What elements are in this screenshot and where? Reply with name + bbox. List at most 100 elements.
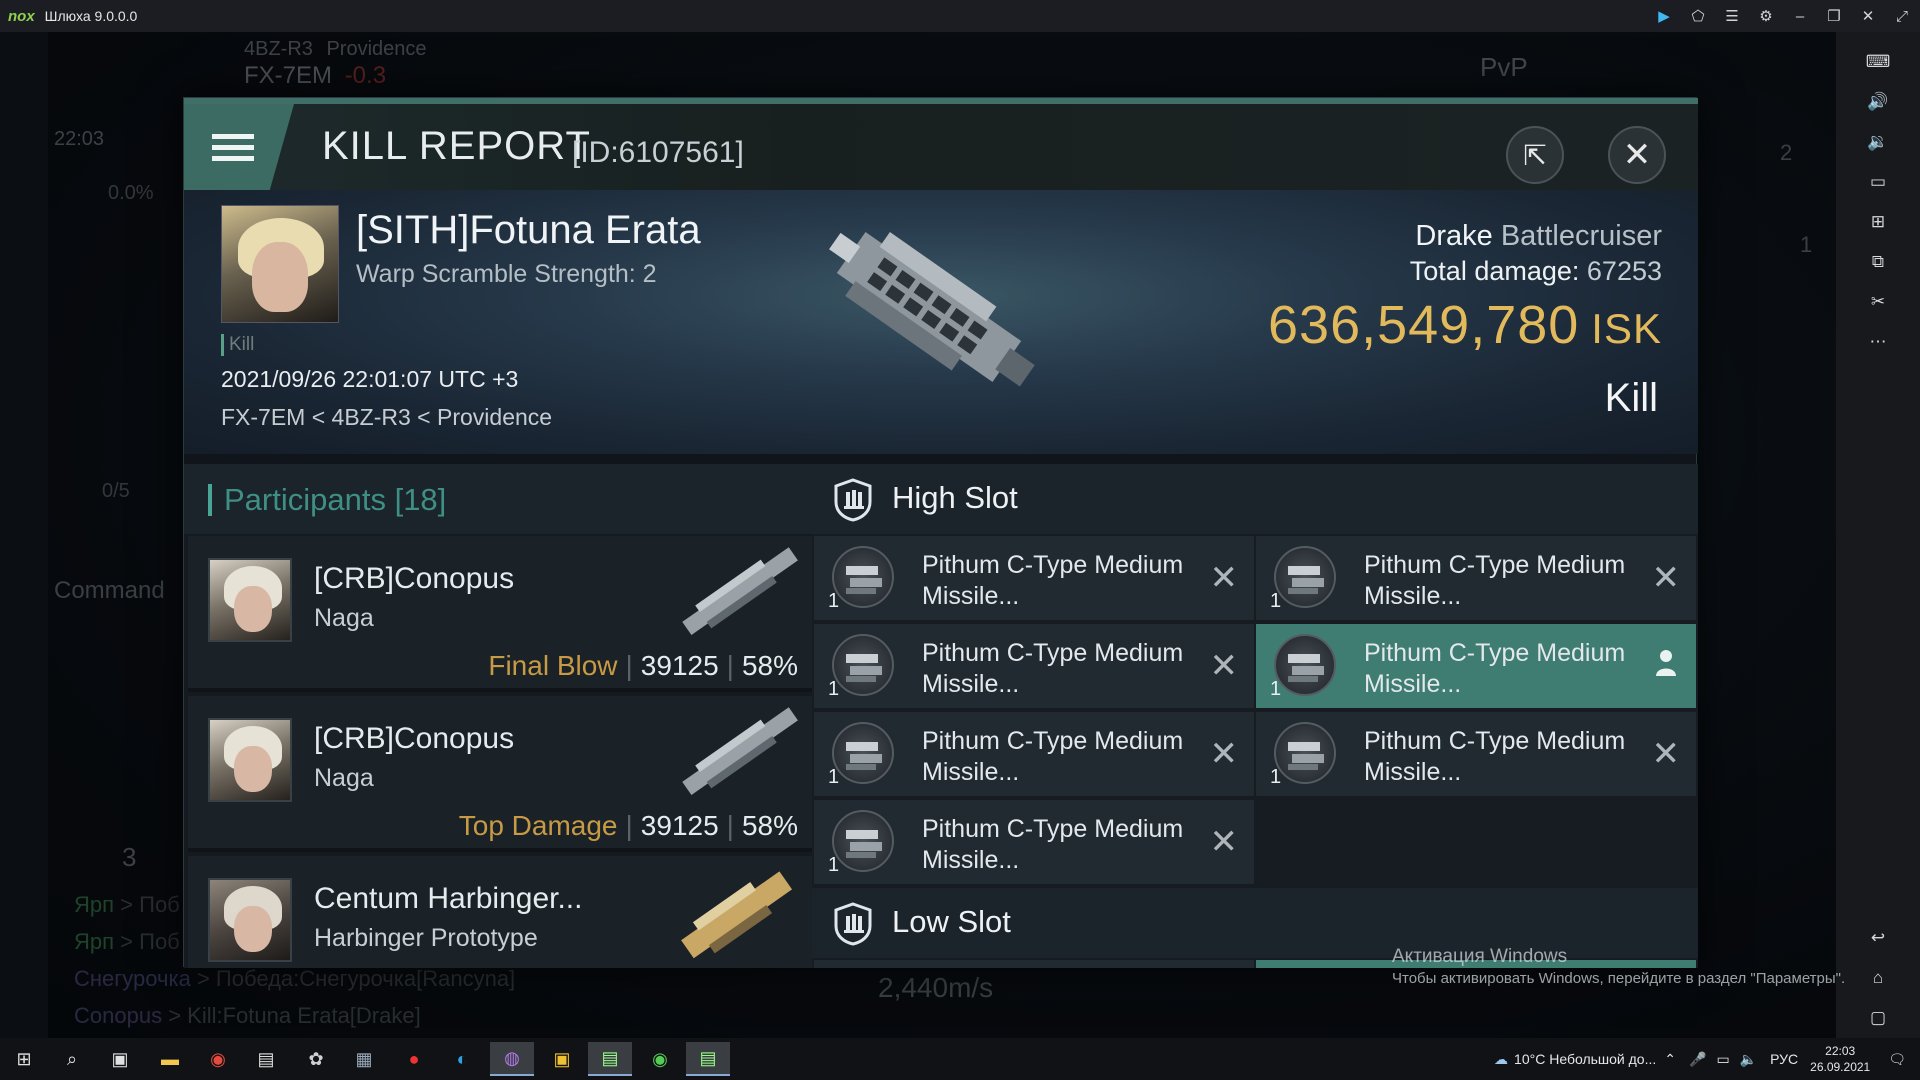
language-indicator[interactable]: РУС bbox=[1770, 1051, 1798, 1067]
search-icon[interactable]: ⌕ bbox=[50, 1042, 94, 1076]
share-button[interactable]: ⇱ bbox=[1506, 126, 1564, 184]
system-tray: ☁ 10°C Небольшой до... ⌃ 🎤 ▭ 🔈 РУС 22:03… bbox=[1494, 1038, 1920, 1080]
start-button[interactable]: ⊞ bbox=[2, 1042, 46, 1076]
home-icon[interactable]: ⌂ bbox=[1866, 966, 1890, 990]
module-item[interactable]: 1 Pithum C-Type Medium Missile... ✕ bbox=[814, 800, 1254, 884]
module-item[interactable]: 1 Pithum C-Type Medium Missile... ✕ bbox=[1256, 712, 1696, 796]
weather-icon[interactable]: ☁ bbox=[1494, 1051, 1508, 1068]
module-name: Pithum C-Type Medium Missile... bbox=[922, 815, 1184, 874]
recents-icon[interactable]: ▢ bbox=[1866, 1006, 1890, 1030]
volume-down-icon[interactable]: 🔉 bbox=[1866, 130, 1890, 154]
task-view-icon[interactable]: ▣ bbox=[98, 1042, 142, 1076]
module-item[interactable]: 1 Pithum C-Type Medium Missile... ✕ bbox=[1256, 536, 1696, 620]
mic-icon[interactable]: 🎤 bbox=[1689, 1051, 1706, 1068]
hamburger-icon bbox=[212, 128, 254, 167]
victim-location: FX-7EM < 4BZ-R3 < Providence bbox=[221, 404, 553, 430]
app-icon[interactable]: ▤ bbox=[244, 1042, 288, 1076]
module-item[interactable]: 1 Pithum C-Type Medium Missile... ✕ bbox=[814, 624, 1254, 708]
app-icon[interactable]: ◍ bbox=[490, 1042, 534, 1076]
minimize-button[interactable]: – bbox=[1790, 6, 1810, 26]
participant-row[interactable]: [CRB]Conopus Naga Final Blow | 39125 | 58% bbox=[188, 536, 812, 692]
missile-launcher-icon bbox=[832, 634, 894, 696]
nox-app-icon[interactable]: ▤ bbox=[686, 1042, 730, 1076]
victim-scram-strength: Warp Scramble Strength: 2 bbox=[356, 260, 657, 288]
participant-row[interactable]: [CRB]Conopus Naga Top Damage | 39125 | 58% bbox=[188, 696, 812, 852]
module-item[interactable]: 1 Pithum C-Type Medium Missile... ✕ bbox=[814, 536, 1254, 620]
kill-report-title: KILL REPORT bbox=[322, 124, 591, 168]
module-item[interactable]: 1 Pithum C-Type Medium Missile... ✕ bbox=[814, 712, 1254, 796]
restore-button[interactable]: ❐ bbox=[1824, 6, 1844, 26]
app-icon[interactable]: ✿ bbox=[294, 1042, 338, 1076]
chrome-icon[interactable]: ◉ bbox=[196, 1042, 240, 1076]
participant-portrait bbox=[208, 718, 292, 802]
shirt-icon[interactable]: ⬠ bbox=[1688, 6, 1708, 26]
menu-button[interactable] bbox=[184, 104, 294, 190]
fitting-slots: High Slot 1 Pithum C-Type Medium Missile… bbox=[812, 464, 1698, 968]
participant-name: Centum Harbinger... bbox=[314, 882, 583, 915]
victim-portrait[interactable] bbox=[221, 205, 339, 323]
module-item[interactable] bbox=[814, 960, 1254, 968]
total-damage: Total damage: 67253 bbox=[1410, 256, 1662, 287]
close-button[interactable]: ✕ bbox=[1608, 126, 1666, 184]
scissors-icon[interactable]: ✂ bbox=[1866, 290, 1890, 314]
weather-text[interactable]: 10°C Небольшой до... bbox=[1514, 1051, 1656, 1067]
keyboard-icon[interactable]: ⌨ bbox=[1866, 50, 1891, 74]
nox-app-icon[interactable]: ▤ bbox=[588, 1042, 632, 1076]
victim-name[interactable]: [SITH]Fotuna Erata bbox=[356, 208, 701, 253]
multi-instance-icon[interactable]: ⧉ bbox=[1866, 250, 1890, 274]
destroyed-icon: ✕ bbox=[1209, 559, 1239, 597]
window-title: Шлюха 9.0.0.0 bbox=[44, 8, 138, 24]
watermark-title: Активация Windows bbox=[1392, 946, 1568, 967]
volume-up-icon[interactable]: 🔊 bbox=[1866, 90, 1890, 114]
participants-header[interactable]: Participants [18] bbox=[184, 464, 812, 534]
close-icon: ✕ bbox=[1622, 136, 1652, 174]
app-icon[interactable]: ● bbox=[392, 1042, 436, 1076]
participant-pct: 58% bbox=[741, 650, 798, 681]
menu-icon[interactable]: ☰ bbox=[1722, 6, 1742, 26]
victim-ship-name: Drake bbox=[1415, 220, 1493, 252]
harbinger-ship-image bbox=[681, 871, 793, 959]
missile-launcher-icon bbox=[832, 722, 894, 784]
calculator-icon[interactable]: ▦ bbox=[342, 1042, 386, 1076]
play-icon[interactable]: ▶ bbox=[1654, 6, 1674, 26]
kill-tag: Kill bbox=[221, 334, 254, 356]
chrome-icon[interactable]: ◉ bbox=[638, 1042, 682, 1076]
fullscreen-icon[interactable]: ⤢ bbox=[1892, 6, 1912, 26]
more-icon[interactable]: ⋯ bbox=[1866, 330, 1890, 354]
notifications-icon[interactable]: 🗨 bbox=[1888, 1051, 1906, 1068]
nox-logo: nox bbox=[8, 7, 35, 25]
participant-name: [CRB]Conopus bbox=[314, 722, 515, 755]
close-window-button[interactable]: ✕ bbox=[1858, 6, 1878, 26]
drake-ship-image[interactable] bbox=[794, 202, 1064, 412]
back-icon[interactable]: ↩ bbox=[1866, 926, 1890, 950]
high-slot-icon bbox=[834, 478, 872, 522]
missile-launcher-icon bbox=[1274, 722, 1336, 784]
settings-icon[interactable]: ⚙ bbox=[1756, 6, 1776, 26]
edge-icon[interactable]: ◐ bbox=[440, 1042, 484, 1076]
volume-icon[interactable]: 🔈 bbox=[1740, 1051, 1757, 1068]
tray-chevron-icon[interactable]: ⌃ bbox=[1664, 1051, 1676, 1068]
app-icon[interactable]: ▣ bbox=[540, 1042, 584, 1076]
kill-report-id[interactable]: [ID:6107561] bbox=[572, 136, 744, 170]
add-apk-icon[interactable]: ⊞ bbox=[1866, 210, 1890, 234]
module-qty: 1 bbox=[828, 766, 840, 788]
participant-row[interactable]: Centum Harbinger... Harbinger Prototype bbox=[188, 856, 812, 968]
victim-ship-class: Battlecruiser bbox=[1500, 220, 1662, 252]
participants-list: Participants [18] [CRB]Conopus Naga Fina… bbox=[184, 464, 812, 968]
participant-ship: Naga bbox=[314, 604, 374, 632]
module-qty: 1 bbox=[828, 678, 840, 700]
screen-icon[interactable]: ▭ bbox=[1866, 170, 1890, 194]
file-explorer-icon[interactable]: ▬ bbox=[148, 1042, 192, 1076]
top-damage-label: Top Damage bbox=[458, 810, 618, 841]
clock[interactable]: 22:03 26.09.2021 bbox=[1810, 1043, 1870, 1075]
destroyed-icon: ✕ bbox=[1209, 823, 1239, 861]
dropped-user-icon bbox=[1656, 650, 1676, 676]
windows-activation-watermark: Активация Windows Чтобы активировать Win… bbox=[1392, 946, 1845, 987]
network-icon[interactable]: ▭ bbox=[1716, 1051, 1729, 1068]
low-slot-label: Low Slot bbox=[892, 904, 1011, 939]
clock-time: 22:03 bbox=[1825, 1044, 1856, 1058]
high-slot-label: High Slot bbox=[892, 480, 1018, 515]
destroyed-icon: ✕ bbox=[1651, 559, 1681, 597]
module-item[interactable]: 1 Pithum C-Type Medium Missile... bbox=[1256, 624, 1696, 708]
destroyed-icon: ✕ bbox=[1651, 735, 1681, 773]
